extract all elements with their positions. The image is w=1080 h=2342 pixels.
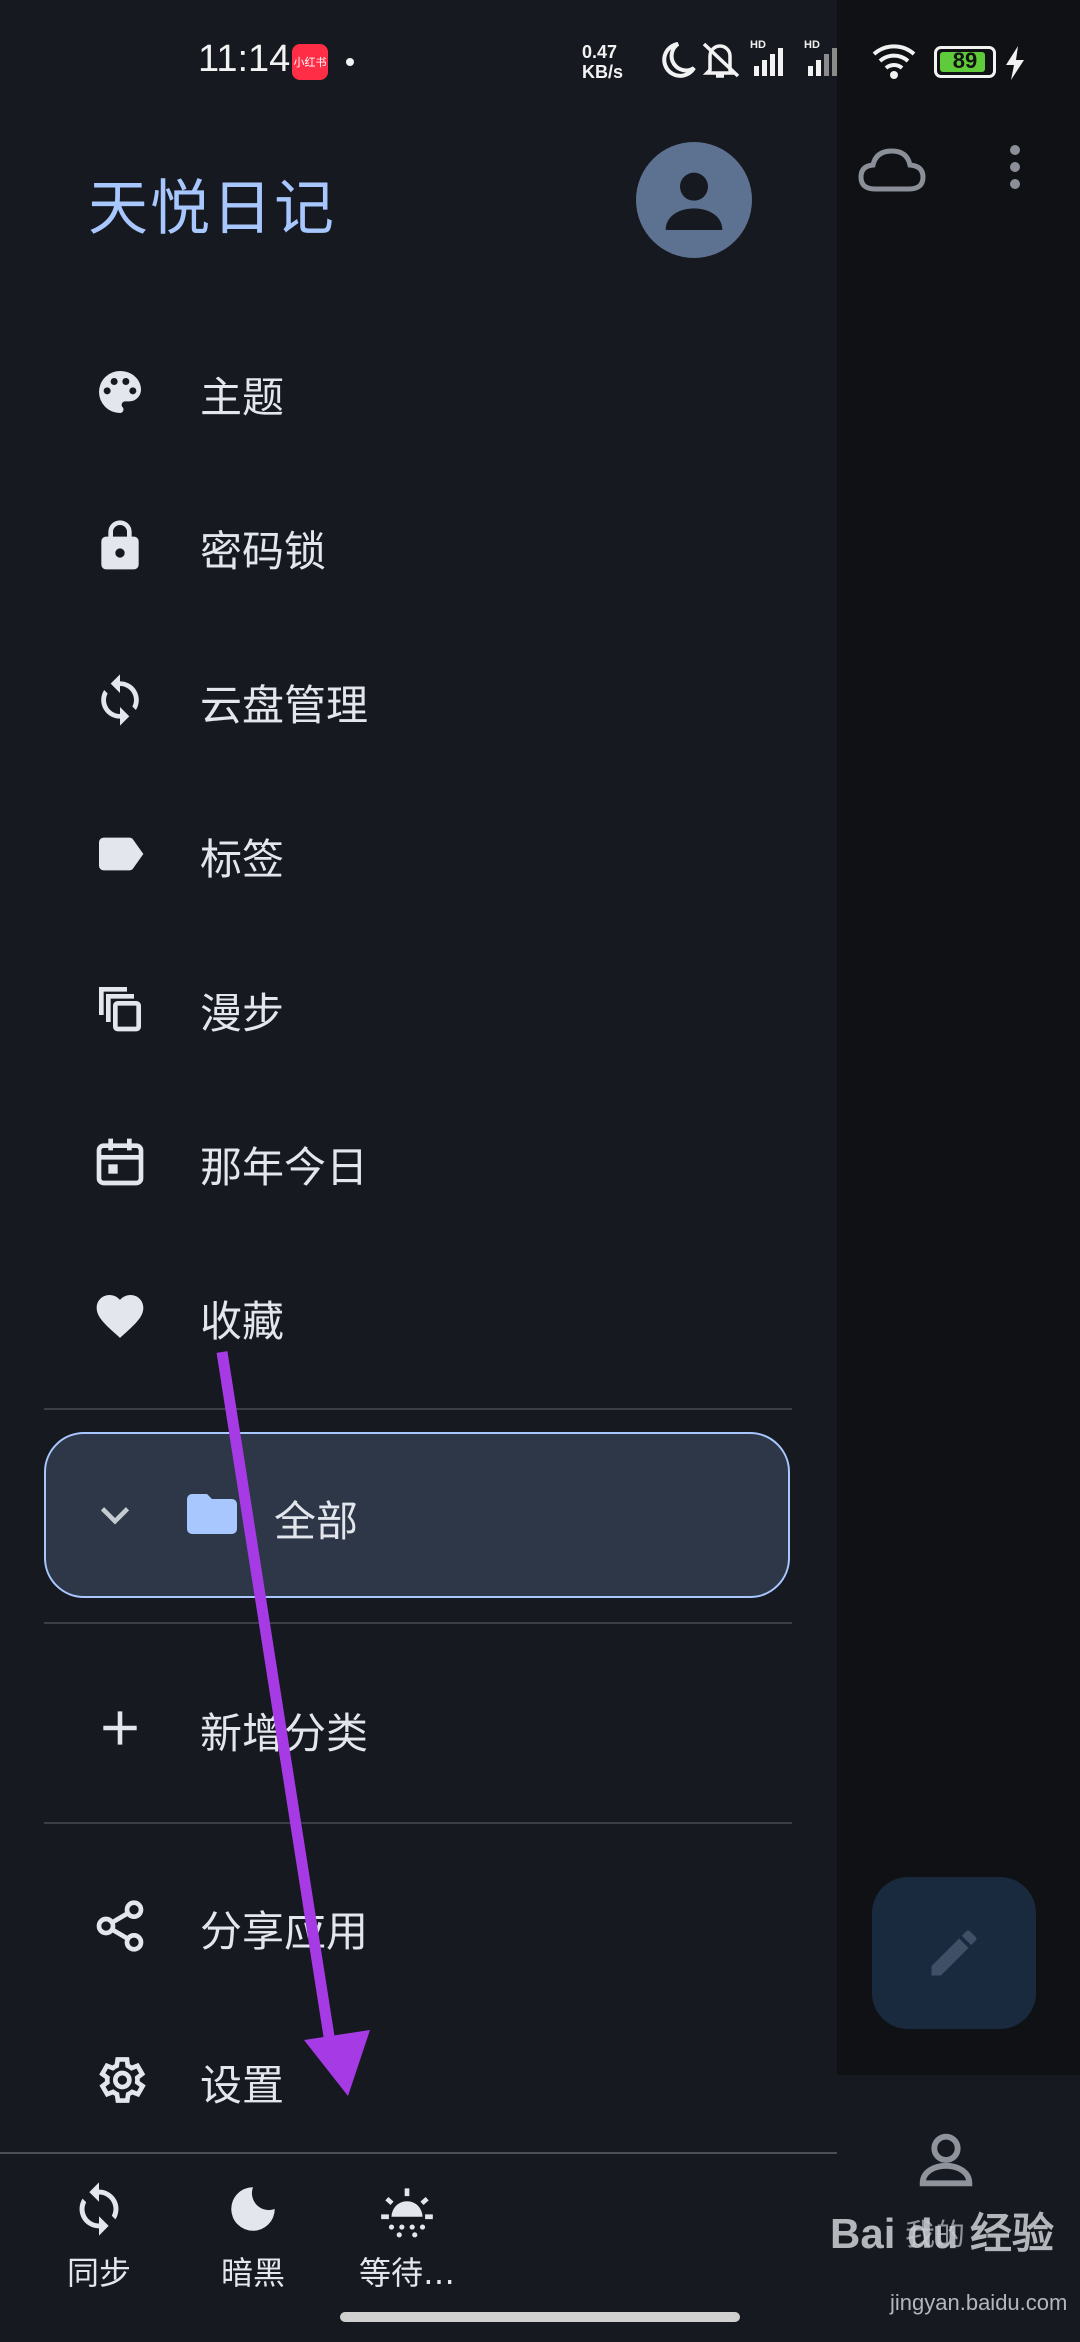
- person-icon[interactable]: [911, 2125, 981, 2195]
- svg-text:HD: HD: [750, 39, 766, 51]
- divider: [44, 1622, 792, 1624]
- watermark-url: jingyan.baidu.com: [890, 2290, 1068, 2315]
- app-title: 天悦日记: [88, 174, 336, 244]
- xiaohongshu-notification-icon: 小红书: [292, 44, 328, 80]
- palette-icon: [90, 362, 150, 422]
- menu-item-label: 收藏: [200, 1297, 285, 1346]
- menu-item-stroll[interactable]: 漫步: [0, 944, 837, 1064]
- brightness-label: 等待…: [358, 2254, 455, 2292]
- folder-label: 全部: [274, 1497, 359, 1546]
- menu-item-label: 标签: [200, 835, 285, 884]
- status-icons: HD HD: [652, 38, 932, 91]
- lock-icon: [90, 516, 150, 576]
- divider: [44, 1822, 792, 1824]
- divider: [44, 1408, 792, 1410]
- moon-icon: [188, 2174, 318, 2244]
- menu-item-theme[interactable]: 主题: [0, 328, 837, 448]
- label-icon: [90, 824, 150, 884]
- svg-text:HD: HD: [804, 39, 820, 51]
- battery-level: 89: [952, 48, 978, 73]
- brightness-icon: [342, 2174, 472, 2244]
- menu-item-label: 设置: [200, 2061, 285, 2110]
- status-bar: 11:14 小红书 0.47 KB/s HD HD 89: [0, 0, 1080, 120]
- sync-button[interactable]: 同步: [34, 2174, 164, 2294]
- menu-item-on-this-day[interactable]: 那年今日: [0, 1098, 837, 1218]
- dark-mode-label: 暗黑: [220, 2254, 285, 2292]
- menu-item-cloud-management[interactable]: 云盘管理: [0, 636, 837, 756]
- folder-all[interactable]: 全部: [44, 1432, 790, 1598]
- menu-item-label: 主题: [200, 373, 285, 422]
- menu-item-tags[interactable]: 标签: [0, 790, 837, 910]
- pencil-icon: [931, 1930, 977, 1976]
- menu-item-favorites[interactable]: 收藏: [0, 1252, 837, 1372]
- chevron-down-icon[interactable]: [90, 1490, 140, 1540]
- notification-dot: [346, 58, 354, 66]
- write-diary-button[interactable]: [872, 1877, 1036, 2029]
- gear-icon: [90, 2050, 150, 2110]
- calendar-icon: [90, 1132, 150, 1192]
- menu-item-label: 云盘管理: [200, 681, 369, 730]
- add-category-button[interactable]: 新增分类: [0, 1664, 837, 1784]
- folder-icon: [182, 1484, 242, 1544]
- sync-label: 同步: [66, 2254, 131, 2292]
- sync-icon: [34, 2174, 164, 2244]
- heart-icon: [90, 1286, 150, 1346]
- menu-item-label: 分享应用: [200, 1907, 369, 1956]
- navigation-drawer: 天悦日记 主题 密码锁 云盘管理 标签 漫步 那年今日 收藏 全部 新增分类 分…: [0, 0, 837, 2342]
- plus-icon: [90, 1698, 150, 1758]
- avatar[interactable]: [636, 142, 752, 258]
- charging-icon: [1006, 46, 1024, 80]
- dark-mode-button[interactable]: 暗黑: [188, 2174, 318, 2294]
- battery-indicator: 89: [934, 46, 996, 78]
- home-indicator[interactable]: [340, 2312, 740, 2322]
- status-time: 11:14: [198, 38, 291, 80]
- share-icon: [90, 1896, 150, 1956]
- menu-item-label: 新增分类: [200, 1709, 369, 1758]
- menu-item-label: 漫步: [200, 989, 285, 1038]
- menu-item-password-lock[interactable]: 密码锁: [0, 482, 837, 602]
- person-icon: [665, 172, 723, 230]
- copy-stack-icon: [90, 978, 150, 1038]
- menu-item-settings[interactable]: 设置: [0, 2016, 837, 2136]
- sync-icon: [90, 670, 150, 730]
- menu-item-share-app[interactable]: 分享应用: [0, 1862, 837, 1982]
- network-speed: 0.47 KB/s: [582, 42, 624, 82]
- more-options-icon[interactable]: [990, 140, 1040, 200]
- watermark: Bai du 经验: [830, 2210, 1055, 2257]
- menu-item-label: 密码锁: [200, 527, 327, 576]
- cloud-icon[interactable]: [837, 130, 947, 210]
- menu-item-label: 那年今日: [200, 1143, 369, 1192]
- brightness-button[interactable]: 等待…: [342, 2174, 472, 2294]
